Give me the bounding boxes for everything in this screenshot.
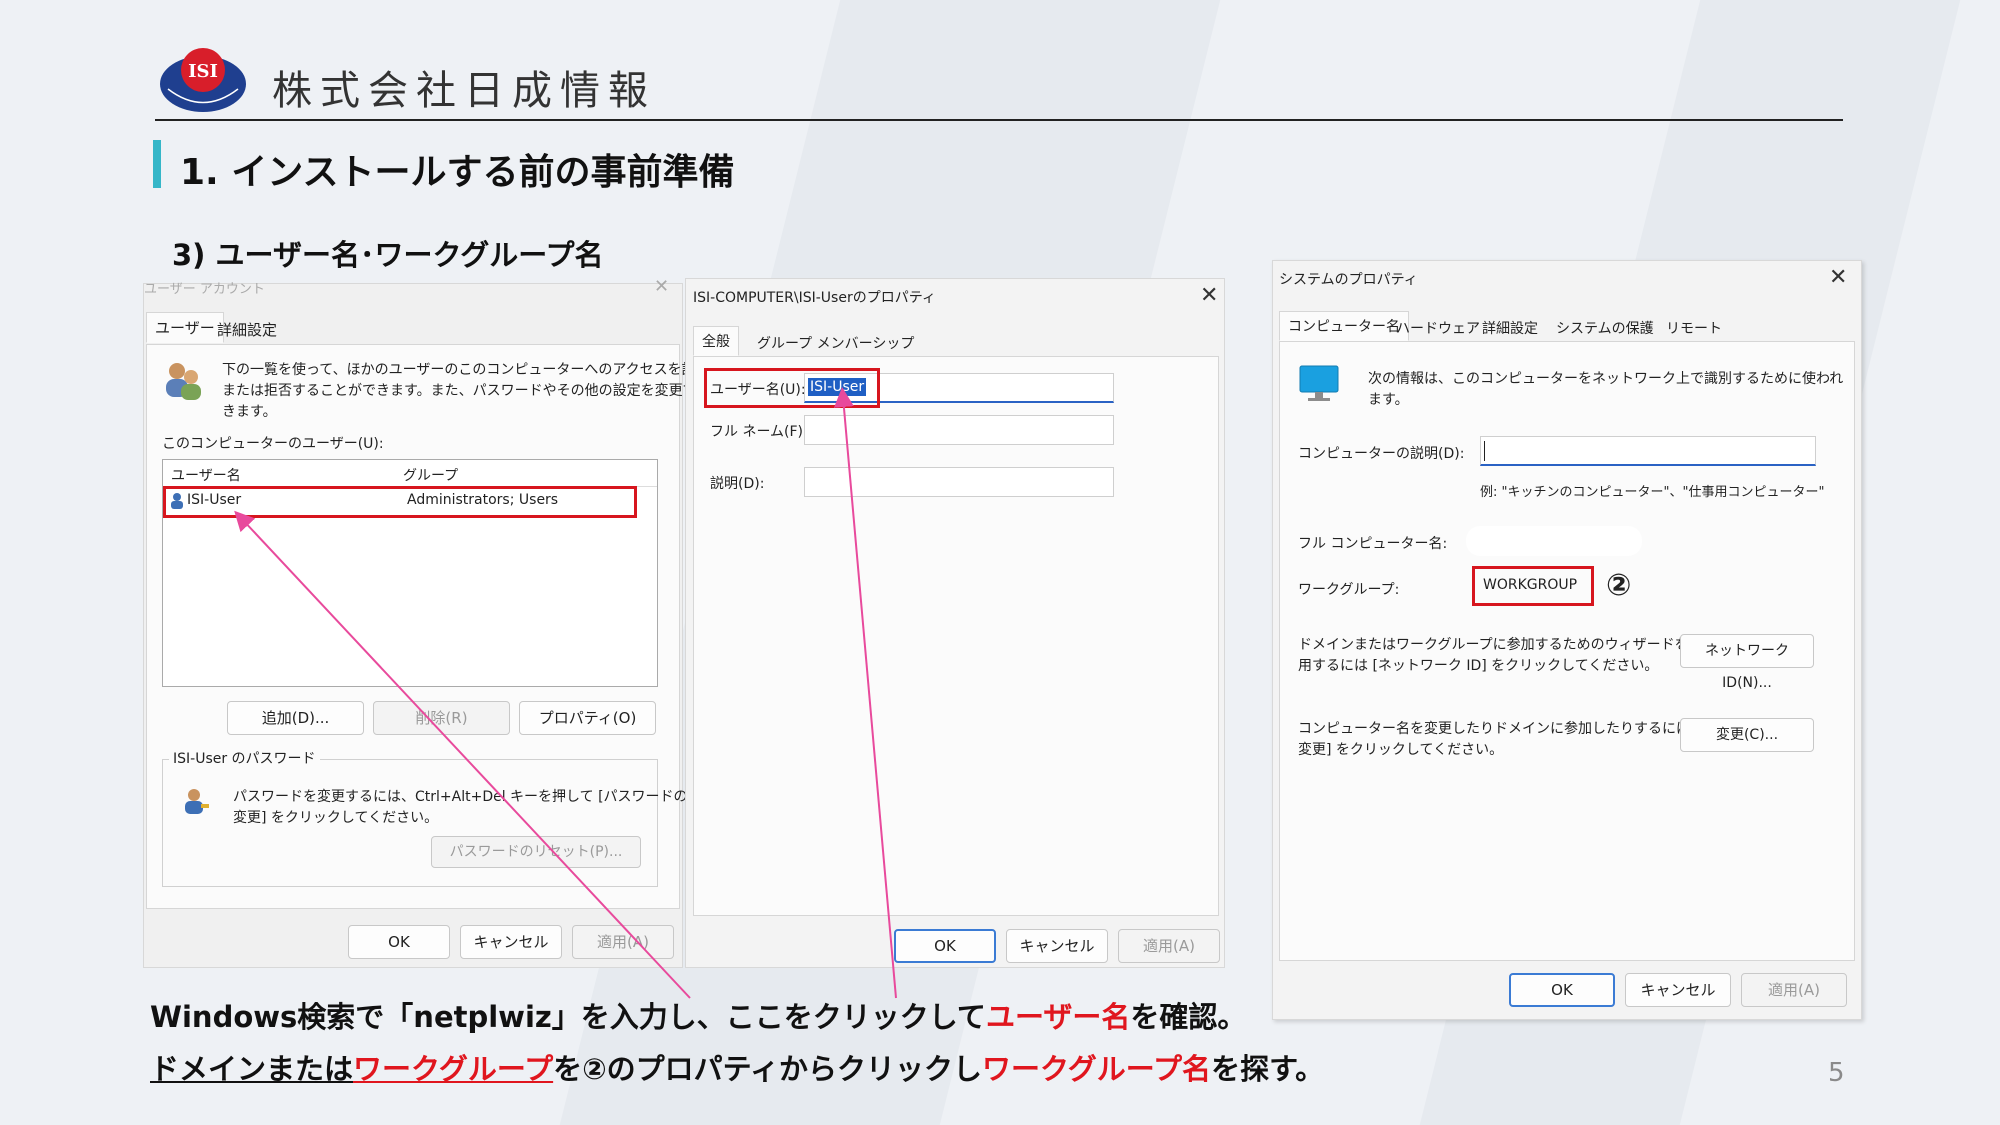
arrow-to-user-row <box>234 510 691 999</box>
instruction-text: を探す。 <box>1211 1052 1325 1086</box>
annotation-arrows <box>234 387 897 999</box>
instruction-text: ドメインまたは <box>150 1052 354 1086</box>
instruction-text: を確認。 <box>1130 1000 1247 1034</box>
instruction-highlight: ユーザー名 <box>985 1000 1131 1034</box>
arrow-to-username-field <box>833 387 897 999</box>
instruction-line-2: ドメインまたはワークグループを②のプロパティからクリックしワークグループ名を探す… <box>150 1046 1324 1088</box>
instruction-text: を②のプロパティからクリックし <box>553 1052 982 1086</box>
instruction-line-1: Windows検索で「netplwiz」を入力し、ここをクリックしてユーザー名を… <box>150 994 1246 1036</box>
instruction-highlight: ワークグループ <box>353 1052 554 1086</box>
instruction-text: Windows検索で「netplwiz」を入力し、ここをクリックして <box>150 1000 986 1034</box>
instruction-highlight: ワークグループ名 <box>981 1052 1212 1086</box>
page-number: 5 <box>1828 1058 1845 1088</box>
